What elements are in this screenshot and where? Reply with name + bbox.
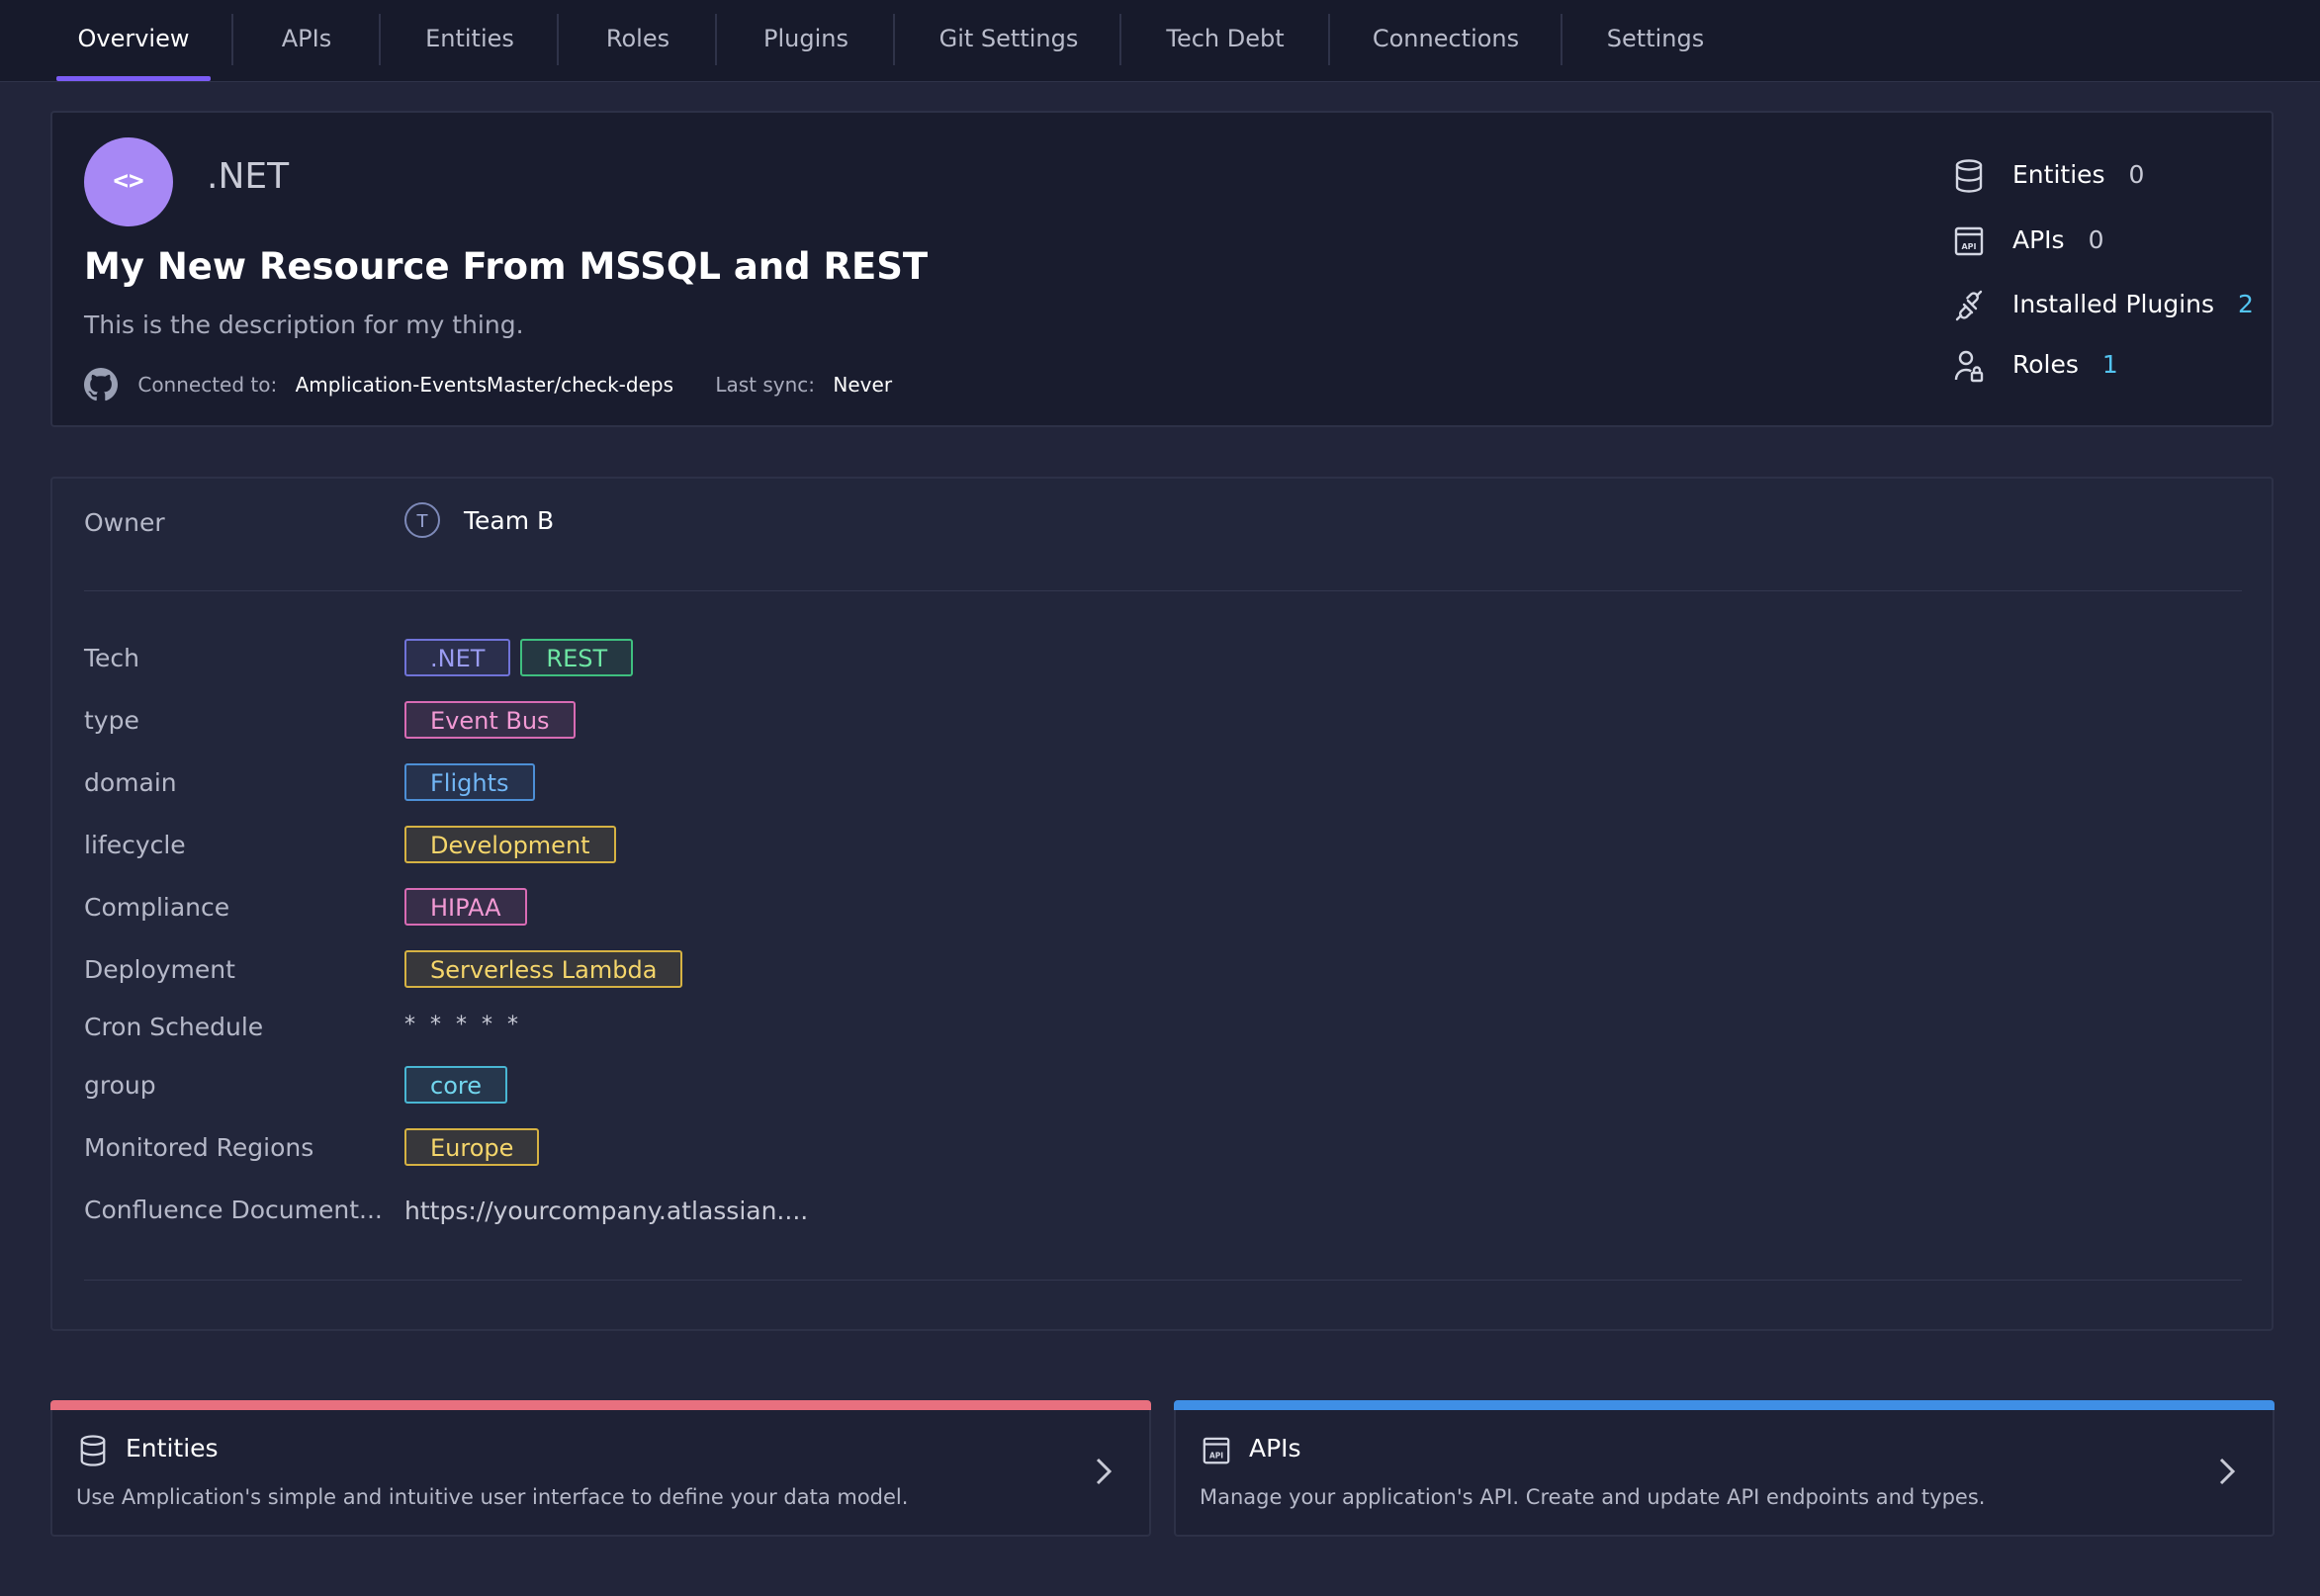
property-value-domain: Flights xyxy=(404,763,545,801)
tab-settings[interactable]: Settings xyxy=(1584,0,1727,81)
card-title: Entities xyxy=(126,1434,219,1463)
stat-label: Roles xyxy=(2012,350,2079,379)
apis-card[interactable]: API APIs Manage your application's API. … xyxy=(1174,1400,2275,1537)
property-value-lifecycle: Development xyxy=(404,826,626,863)
tag-dotnet: .NET xyxy=(404,639,511,676)
property-label-confluence: Confluence Document... xyxy=(84,1196,383,1224)
tab-connections[interactable]: Connections xyxy=(1352,0,1540,81)
plug-icon xyxy=(1953,288,1985,323)
property-value-compliance: HIPAA xyxy=(404,888,537,926)
chevron-right-icon xyxy=(1094,1456,1114,1487)
api-icon: API xyxy=(1202,1434,1231,1467)
property-label-deployment: Deployment xyxy=(84,955,235,984)
property-value-group: core xyxy=(404,1066,517,1104)
stat-label: Installed Plugins xyxy=(2012,290,2215,318)
property-label-compliance: Compliance xyxy=(84,893,230,922)
tag-hipaa: HIPAA xyxy=(404,888,527,926)
owner-label: Owner xyxy=(84,508,165,537)
git-connection-info: Connected to: Amplication-EventsMaster/c… xyxy=(84,368,892,403)
tab-roles[interactable]: Roles xyxy=(581,0,694,81)
tab-divider xyxy=(1119,14,1121,65)
tab-tech-debt[interactable]: Tech Debt xyxy=(1143,0,1307,81)
user-lock-icon xyxy=(1953,348,1985,384)
card-title: APIs xyxy=(1249,1434,1301,1463)
property-value-tech: .NET REST xyxy=(404,639,643,676)
github-icon xyxy=(84,368,118,401)
api-icon: API xyxy=(1953,223,1985,259)
property-value-deployment: Serverless Lambda xyxy=(404,950,692,988)
stat-label: Entities xyxy=(2012,160,2105,189)
last-sync-value: Never xyxy=(833,373,893,397)
property-label-type: type xyxy=(84,706,139,735)
divider xyxy=(84,590,2242,591)
resource-logo: <> xyxy=(84,137,173,226)
property-value-confluence-link[interactable]: https://yourcompany.atlassian.... xyxy=(404,1197,808,1225)
resource-description: This is the description for my thing. xyxy=(84,310,524,339)
svg-text:API: API xyxy=(1961,242,1976,251)
property-value-monitored-regions: Europe xyxy=(404,1128,549,1166)
card-accent-bar xyxy=(50,1400,1151,1410)
tab-divider xyxy=(379,14,381,65)
owner-value[interactable]: T Team B xyxy=(404,502,554,538)
property-label-group: group xyxy=(84,1071,156,1100)
connected-to-label: Connected to: xyxy=(137,373,278,397)
stat-value: 0 xyxy=(2128,160,2145,189)
database-icon xyxy=(1953,158,1985,194)
resource-header-card: <> .NET My New Resource From MSSQL and R… xyxy=(50,111,2274,427)
stat-value: 2 xyxy=(2238,290,2254,318)
resource-tech-name: .NET xyxy=(207,156,290,197)
tag-core: core xyxy=(404,1066,507,1104)
property-value-cron-schedule: * * * * * xyxy=(404,1013,522,1037)
tab-bar: Overview APIs Entities Roles Plugins Git… xyxy=(0,0,2320,82)
last-sync-label: Last sync: xyxy=(715,373,816,397)
tag-event-bus: Event Bus xyxy=(404,701,576,739)
tab-entities[interactable]: Entities xyxy=(402,0,537,81)
card-accent-bar xyxy=(1174,1400,2275,1410)
tag-development: Development xyxy=(404,826,616,863)
property-label-monitored-regions: Monitored Regions xyxy=(84,1133,314,1162)
tab-apis[interactable]: APIs xyxy=(255,0,358,81)
property-label-cron-schedule: Cron Schedule xyxy=(84,1013,264,1041)
avatar: T xyxy=(404,502,440,538)
stat-label: APIs xyxy=(2012,225,2065,254)
card-description: Use Amplication's simple and intuitive u… xyxy=(76,1485,909,1509)
tab-divider xyxy=(715,14,717,65)
entities-card[interactable]: Entities Use Amplication's simple and in… xyxy=(50,1400,1151,1537)
tag-flights: Flights xyxy=(404,763,535,801)
property-label-lifecycle: lifecycle xyxy=(84,831,186,859)
chevron-right-icon xyxy=(2217,1456,2237,1487)
card-description: Manage your application's API. Create an… xyxy=(1200,1485,1986,1509)
connected-repo-link[interactable]: Amplication-EventsMaster/check-deps xyxy=(296,373,673,397)
property-value-type: Event Bus xyxy=(404,701,585,739)
stat-value: 1 xyxy=(2101,350,2118,379)
tab-divider xyxy=(231,14,233,65)
tab-overview[interactable]: Overview xyxy=(56,0,211,81)
svg-text:API: API xyxy=(1209,1452,1223,1461)
tab-divider xyxy=(557,14,559,65)
tag-europe: Europe xyxy=(404,1128,540,1166)
database-icon xyxy=(78,1434,108,1467)
tab-git-settings[interactable]: Git Settings xyxy=(918,0,1100,81)
stat-value: 0 xyxy=(2088,225,2104,254)
tag-serverless-lambda: Serverless Lambda xyxy=(404,950,683,988)
resource-properties-card: Owner T Team B Tech .NET REST type Event B… xyxy=(50,477,2274,1331)
divider xyxy=(84,1280,2242,1281)
property-label-tech: Tech xyxy=(84,644,139,672)
tab-divider xyxy=(893,14,895,65)
tab-divider xyxy=(1328,14,1330,65)
tab-divider xyxy=(1561,14,1562,65)
resource-title: My New Resource From MSSQL and REST xyxy=(84,245,929,288)
tab-plugins[interactable]: Plugins xyxy=(739,0,873,81)
owner-name: Team B xyxy=(464,505,555,535)
tag-rest: REST xyxy=(520,639,634,676)
property-label-domain: domain xyxy=(84,768,177,797)
